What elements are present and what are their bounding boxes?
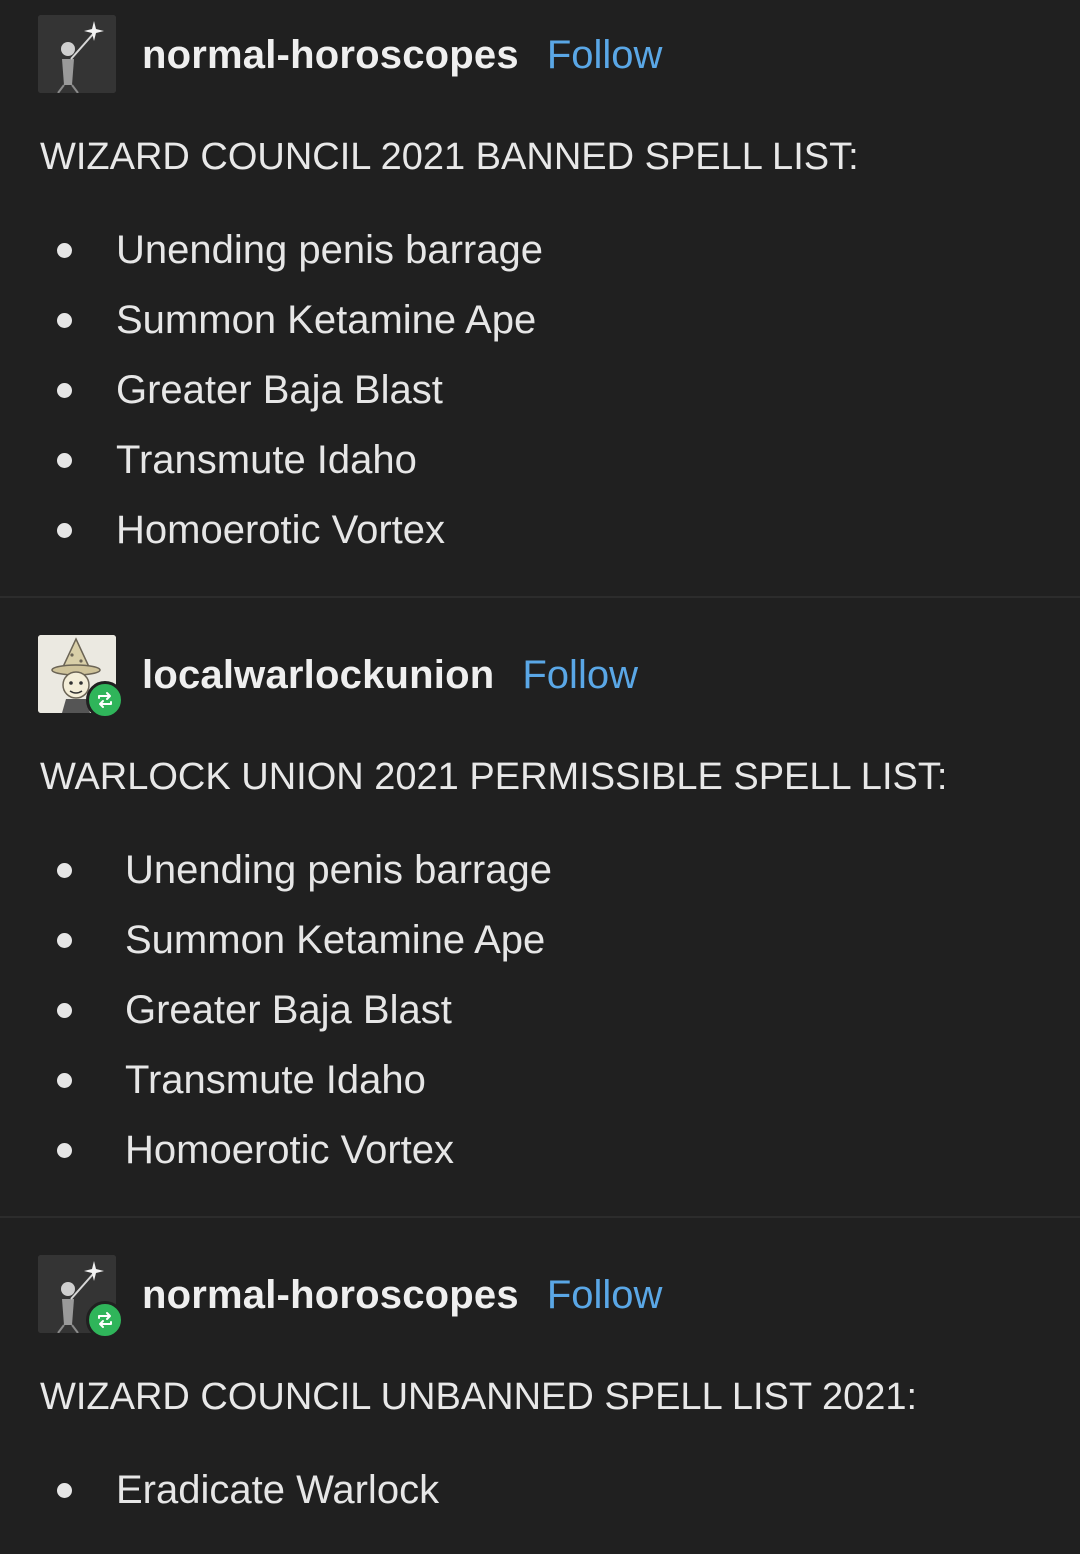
avatar[interactable] <box>38 15 118 95</box>
spell-name: Greater Baja Blast <box>116 368 443 412</box>
bullet-icon <box>57 523 72 538</box>
post-header: normal-horoscopes Follow <box>38 15 662 95</box>
bullet-icon <box>57 863 72 878</box>
spell-name: Greater Baja Blast <box>125 988 452 1032</box>
skeleton-avatar-icon <box>38 15 116 93</box>
spell-name: Homoerotic Vortex <box>116 508 446 552</box>
username[interactable]: normal-horoscopes <box>142 1273 519 1318</box>
post-title: WIZARD COUNCIL 2021 BANNED SPELL LIST: <box>40 136 859 178</box>
bullet-icon <box>57 1483 72 1498</box>
bullet-icon <box>57 243 72 258</box>
spell-name: Homoerotic Vortex <box>125 1128 455 1172</box>
bullet-icon <box>57 933 72 948</box>
reblog-icon <box>86 681 124 719</box>
username[interactable]: normal-horoscopes <box>142 33 519 78</box>
bullet-icon <box>57 383 72 398</box>
follow-button[interactable]: Follow <box>522 653 638 698</box>
spell-name: Summon Ketamine Ape <box>125 918 546 962</box>
avatar[interactable] <box>38 1255 124 1339</box>
follow-button[interactable]: Follow <box>547 33 663 78</box>
post-header: normal-horoscopes Follow <box>38 1255 663 1339</box>
spell-name: Summon Ketamine Ape <box>116 298 537 342</box>
spell-name: Unending penis barrage <box>116 228 543 272</box>
post-divider <box>0 596 1080 598</box>
spell-name: Unending penis barrage <box>125 848 552 892</box>
bullet-icon <box>57 313 72 328</box>
avatar[interactable] <box>38 635 124 719</box>
spell-name: Eradicate Warlock <box>116 1468 440 1512</box>
bullet-icon <box>57 453 72 468</box>
bullet-icon <box>57 1003 72 1018</box>
bullet-icon <box>57 1073 72 1088</box>
post-title: WIZARD COUNCIL UNBANNED SPELL LIST 2021: <box>40 1376 918 1418</box>
reblog-icon <box>86 1301 124 1339</box>
post-title: WARLOCK UNION 2021 PERMISSIBLE SPELL LIS… <box>40 756 948 798</box>
post-divider <box>0 1216 1080 1218</box>
follow-button[interactable]: Follow <box>547 1273 663 1318</box>
spell-name: Transmute Idaho <box>125 1058 426 1102</box>
username[interactable]: localwarlockunion <box>142 653 494 698</box>
bullet-icon <box>57 1143 72 1158</box>
post-header: localwarlockunion Follow <box>38 635 638 719</box>
spell-name: Transmute Idaho <box>116 438 417 482</box>
